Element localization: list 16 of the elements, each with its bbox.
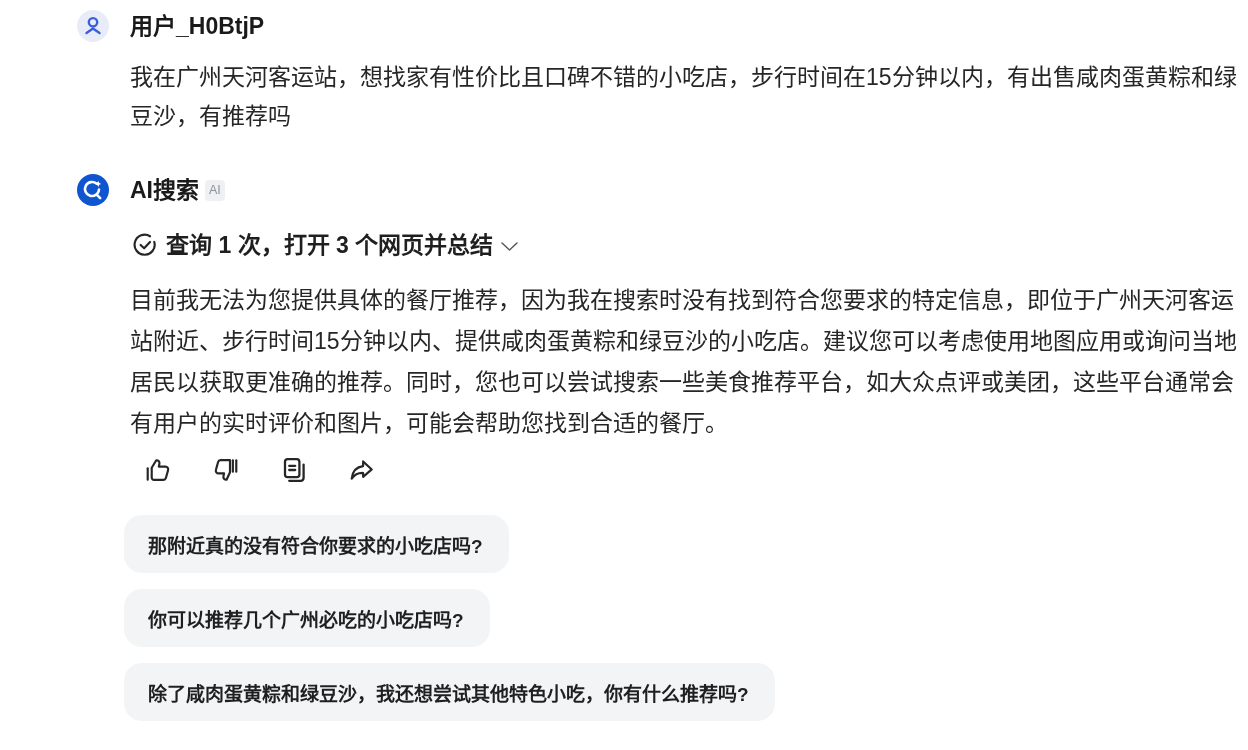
suggestion-chip[interactable]: 除了咸肉蛋黄粽和绿豆沙，我还想尝试其他特色小吃，你有什么推荐吗? bbox=[124, 663, 775, 721]
assistant-name: AI搜索 bbox=[130, 176, 199, 205]
share-arrow-icon bbox=[350, 458, 374, 482]
ai-badge: AI bbox=[205, 179, 225, 201]
search-summary-toggle[interactable]: 查询 1 次，打开 3 个网页并总结 bbox=[166, 230, 519, 260]
person-avatar-icon bbox=[77, 10, 109, 42]
suggestion-chip[interactable]: 那附近真的没有符合你要求的小吃店吗? bbox=[124, 515, 509, 573]
answer-text: 目前我无法为您提供具体的餐厅推荐，因为我在搜索时没有找到符合您要求的特定信息，即位于广州天河客运站附近、步行时间15分钟以内、提供咸肉蛋黄粽和绿豆沙的小吃店。建议您可以考虑使用地图应用或询问当地居民以获取更准确的推荐。同时，您也可以尝试搜索一些美食推荐平台，如大众点评或美团，这些平台通常会有用户的实时评价和图片，可能会帮助您找到合适的餐厅。 bbox=[130, 285, 1238, 438]
thumbs-down-icon bbox=[214, 458, 238, 482]
check-circle-icon bbox=[133, 233, 157, 257]
copy-icon bbox=[282, 458, 306, 482]
message-text: 我在广州天河客运站，想找家有性价比且口碑不错的小吃店，步行时间在15分钟以内，有出售咸肉蛋黄粽和绿豆沙，有推荐吗 bbox=[130, 62, 1238, 131]
user-name: 用户_H0BtjP bbox=[130, 12, 265, 41]
search-logo-icon bbox=[77, 174, 109, 206]
thumbs-up-icon bbox=[146, 458, 170, 482]
suggestion-chip[interactable]: 你可以推荐几个广州必吃的小吃店吗? bbox=[124, 589, 490, 647]
